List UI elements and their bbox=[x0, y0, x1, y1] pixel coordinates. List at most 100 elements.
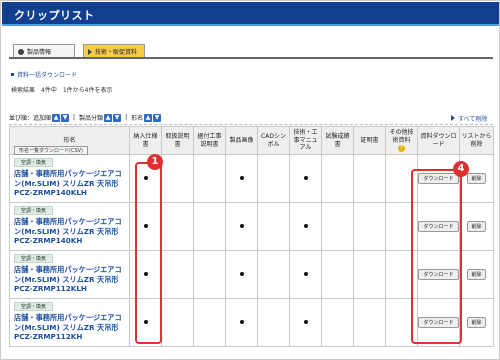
doc-cell bbox=[353, 298, 386, 347]
doc-cell bbox=[321, 250, 354, 299]
sort-bar: 並び順：追加順 ▲ ▼ | 製品分類 ▲ ▼ | 形名 ▲ ▼ bbox=[9, 113, 162, 122]
doc-cell bbox=[257, 298, 290, 347]
doc-cell bbox=[321, 298, 354, 347]
sort-asc-button[interactable]: ▲ bbox=[52, 113, 61, 122]
delete-button[interactable]: 削除 bbox=[467, 269, 486, 280]
tab-underline bbox=[9, 57, 493, 59]
available-dot-icon[interactable] bbox=[303, 176, 308, 180]
doc-cell bbox=[193, 202, 226, 251]
col-header: 技術・工事マニュアル bbox=[289, 126, 322, 155]
clip-list-panel: クリップリスト 製品情報 技術・販促資料 資料一括ダウンロード 検索結果 4件中… bbox=[0, 0, 500, 360]
col-header-other: その他技術資料 ? bbox=[385, 126, 418, 155]
model-cell: 空調・換気店舗・事務所用パッケージエアコン(Mr.SLIM) スリムZR 天吊形… bbox=[9, 298, 130, 347]
csv-download-button[interactable]: 形名一覧ダウンロード(CSV) bbox=[14, 146, 88, 155]
available-dot-icon[interactable] bbox=[239, 224, 244, 228]
arrow-right-icon bbox=[88, 48, 92, 55]
doc-cell[interactable] bbox=[225, 298, 258, 347]
col-header: 製品画像 bbox=[225, 126, 258, 155]
doc-cell bbox=[161, 298, 194, 347]
callout-badge-4: 4 bbox=[453, 161, 469, 177]
bulk-download-label: 資料一括ダウンロード bbox=[17, 72, 78, 79]
doc-cell[interactable] bbox=[289, 250, 322, 299]
doc-cell bbox=[161, 250, 194, 299]
tab-product-info[interactable]: 製品情報 bbox=[13, 44, 75, 58]
bullet-icon bbox=[11, 73, 14, 76]
delete-cell: 削除 bbox=[459, 298, 494, 347]
model-cell: 空調・換気店舗・事務所用パッケージエアコン(Mr.SLIM) スリムZR 天吊形… bbox=[9, 202, 130, 251]
available-dot-icon[interactable] bbox=[239, 176, 244, 180]
model-cell: 空調・換気店舗・事務所用パッケージエアコン(Mr.SLIM) スリムZR 天吊形… bbox=[9, 250, 130, 299]
doc-cell[interactable] bbox=[289, 202, 322, 251]
doc-cell bbox=[161, 202, 194, 251]
tab-label: 製品情報 bbox=[27, 49, 52, 56]
tab-label: 技術・販促資料 bbox=[95, 49, 138, 56]
delete-all-link[interactable]: すべて削除 bbox=[451, 114, 487, 123]
doc-cell bbox=[353, 202, 386, 251]
delete-cell: 削除 bbox=[459, 250, 494, 299]
product-name-link[interactable]: 店舗・事務所用パッケージエアコン(Mr.SLIM) スリムZR 天吊形 PCZ-… bbox=[14, 217, 125, 246]
product-name-link[interactable]: 店舗・事務所用パッケージエアコン(Mr.SLIM) スリムZR 天吊形 PCZ-… bbox=[14, 313, 125, 342]
title-bar: クリップリスト bbox=[2, 2, 499, 26]
available-dot-icon[interactable] bbox=[303, 224, 308, 228]
col-header: リストから削除 bbox=[459, 126, 494, 155]
doc-cell bbox=[161, 154, 194, 203]
delete-button[interactable]: 削除 bbox=[467, 317, 486, 328]
col-header: 納入仕様書 bbox=[129, 126, 162, 155]
tab-technical-docs[interactable]: 技術・販促資料 bbox=[83, 44, 145, 58]
doc-cell[interactable] bbox=[225, 202, 258, 251]
doc-cell bbox=[193, 250, 226, 299]
doc-cell[interactable] bbox=[289, 298, 322, 347]
product-name-link[interactable]: 店舗・事務所用パッケージエアコン(Mr.SLIM) スリムZR 天吊形 PCZ-… bbox=[14, 169, 125, 198]
doc-cell[interactable] bbox=[289, 154, 322, 203]
sort-desc-button[interactable]: ▼ bbox=[61, 113, 70, 122]
callout-box-4 bbox=[411, 169, 462, 344]
doc-cell bbox=[257, 154, 290, 203]
callout-box-1 bbox=[135, 162, 162, 344]
doc-cell bbox=[193, 298, 226, 347]
arrow-right-icon bbox=[451, 115, 455, 121]
product-name-link[interactable]: 店舗・事務所用パッケージエアコン(Mr.SLIM) スリムZR 天吊形 PCZ-… bbox=[14, 265, 125, 294]
doc-cell bbox=[353, 154, 386, 203]
category-badge: 空調・換気 bbox=[14, 158, 54, 167]
sort-model-label: 形名 bbox=[131, 115, 144, 122]
doc-cell bbox=[193, 154, 226, 203]
doc-cell bbox=[321, 154, 354, 203]
delete-button[interactable]: 削除 bbox=[467, 221, 486, 232]
help-icon[interactable]: ? bbox=[398, 145, 405, 153]
gear-icon bbox=[18, 48, 24, 55]
col-header: CADシンボル bbox=[257, 126, 290, 155]
available-dot-icon[interactable] bbox=[303, 320, 308, 324]
available-dot-icon[interactable] bbox=[239, 320, 244, 324]
model-cell: 形名一覧ダウンロード(CSV) 空調・換気店舗・事務所用パッケージエアコン(Mr.… bbox=[9, 146, 130, 203]
available-dot-icon[interactable] bbox=[303, 272, 308, 276]
col-header: 証明書 bbox=[353, 126, 386, 155]
model-sort-asc-button[interactable]: ▲ bbox=[144, 113, 153, 122]
category-badge: 空調・換気 bbox=[14, 302, 54, 311]
category-sort-asc-button[interactable]: ▲ bbox=[104, 113, 113, 122]
col-header: 資料ダウンロード bbox=[417, 126, 460, 155]
model-sort-desc-button[interactable]: ▼ bbox=[153, 113, 162, 122]
doc-cell bbox=[257, 202, 290, 251]
doc-cell bbox=[321, 202, 354, 251]
callout-badge-1: 1 bbox=[147, 154, 163, 170]
doc-cell[interactable] bbox=[225, 154, 258, 203]
col-header: 据付工事説明書 bbox=[193, 126, 226, 155]
available-dot-icon[interactable] bbox=[239, 272, 244, 276]
category-sort-desc-button[interactable]: ▼ bbox=[113, 113, 122, 122]
col-header-label: その他技術資料 bbox=[389, 128, 414, 144]
category-badge: 空調・換気 bbox=[14, 254, 54, 263]
doc-cell bbox=[257, 250, 290, 299]
delete-cell: 削除 bbox=[459, 202, 494, 251]
bulk-download-link[interactable]: 資料一括ダウンロード bbox=[11, 70, 77, 79]
divider bbox=[9, 124, 493, 125]
sort-category-label: 製品分類 bbox=[79, 115, 104, 122]
doc-cell bbox=[353, 250, 386, 299]
category-badge: 空調・換気 bbox=[14, 206, 54, 215]
delete-button[interactable]: 削除 bbox=[467, 173, 486, 184]
doc-cell[interactable] bbox=[225, 250, 258, 299]
search-result-text: 検索結果 4件中 1件から4件を表示 bbox=[11, 87, 113, 94]
sort-label: 並び順：追加順 bbox=[9, 115, 52, 122]
col-header: 試験成績書 bbox=[321, 126, 354, 155]
delete-all-label: すべて削除 bbox=[458, 116, 488, 123]
page-title: クリップリスト bbox=[14, 9, 95, 22]
